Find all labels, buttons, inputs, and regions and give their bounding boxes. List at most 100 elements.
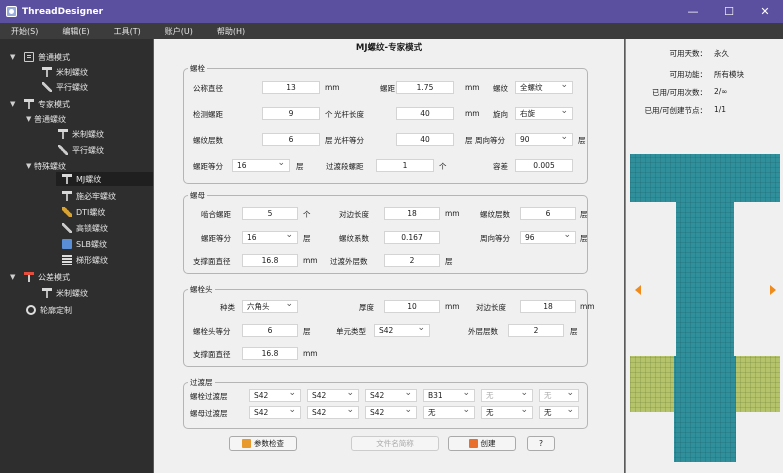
- nut-transition-select-4[interactable]: 无: [423, 406, 475, 419]
- tree-item-normal-thread[interactable]: ▼ 普通螺纹: [26, 112, 66, 126]
- direction-label: 旋向: [493, 110, 508, 119]
- outer-layers-input[interactable]: 2: [384, 254, 440, 267]
- transition-group-title: 过渡层: [188, 377, 215, 388]
- tree-item-hilok[interactable]: 高锁螺纹: [62, 221, 108, 235]
- element-select[interactable]: S42: [374, 324, 430, 337]
- nut-transition-select-5[interactable]: 无: [481, 406, 533, 419]
- nut-transition-select-1[interactable]: S42: [249, 406, 301, 419]
- head-bearing-input[interactable]: 16.8: [242, 347, 298, 360]
- bolt-mesh-preview: [630, 154, 780, 462]
- info-val-features: 所有模块: [714, 70, 744, 79]
- tree-item-tolerance-mode[interactable]: ▼ 公差模式: [10, 270, 70, 284]
- unit-label: mm: [445, 209, 460, 218]
- nut-layers-input[interactable]: 6: [520, 207, 576, 220]
- thread-len-label: 检测螺距: [193, 110, 223, 119]
- across-flats-input[interactable]: 18: [384, 207, 440, 220]
- tree-item-expert-mode[interactable]: ▼ 专家模式: [10, 97, 70, 111]
- bolt-red-icon: [24, 272, 34, 282]
- minimize-button[interactable]: —: [675, 0, 711, 23]
- thickness-label: 厚度: [359, 303, 374, 312]
- bolt-transition-label: 螺栓过渡层: [190, 392, 228, 401]
- bolt-icon: [62, 191, 72, 201]
- menu-account[interactable]: 账户(U): [165, 26, 193, 37]
- unit-label: 层: [570, 327, 578, 336]
- blue-block-icon: [62, 239, 72, 249]
- tree-item-slb[interactable]: SLB螺纹: [62, 237, 107, 251]
- unit-label: 层: [580, 210, 588, 219]
- nut-bearing-label: 支撑面直径: [193, 257, 231, 266]
- bolt-transition-select-1[interactable]: S42: [249, 389, 301, 402]
- caret-down-icon: ▼: [10, 100, 16, 108]
- param-check-button[interactable]: 参数检查: [229, 436, 297, 451]
- tree-item-spiralock[interactable]: 施必牢螺纹: [62, 189, 116, 203]
- help-button[interactable]: ?: [527, 436, 555, 451]
- info-key-days: 可用天数：: [669, 49, 708, 58]
- tree-item-special-thread[interactable]: ▼ 特殊螺纹: [26, 159, 66, 173]
- unit-label: 个: [439, 162, 447, 171]
- tree-item-mj-thread[interactable]: MJ螺纹: [56, 172, 153, 186]
- tree-item-parallel-1[interactable]: 平行螺纹: [42, 80, 88, 94]
- rotate-left-icon[interactable]: [635, 285, 641, 295]
- unit-label: mm: [580, 302, 595, 311]
- menu-help[interactable]: 帮助(H): [217, 26, 245, 37]
- tree-item-parallel-2[interactable]: 平行螺纹: [58, 143, 104, 157]
- thread-len-input[interactable]: 9: [262, 107, 320, 120]
- pitch-div-select[interactable]: 16: [232, 159, 290, 172]
- rotate-right-icon[interactable]: [770, 285, 776, 295]
- direction-select[interactable]: 右旋: [515, 107, 573, 120]
- head-outer-label: 外层层数: [468, 327, 498, 336]
- head-flats-input[interactable]: 18: [520, 300, 576, 313]
- head-type-select[interactable]: 六角头: [242, 300, 298, 313]
- transition-input[interactable]: 1: [376, 159, 434, 172]
- bolt-transition-select-3[interactable]: S42: [365, 389, 417, 402]
- bolt-transition-select-6[interactable]: 无: [539, 389, 579, 402]
- checklist-icon: [242, 439, 251, 448]
- menu-start[interactable]: 开始(S): [11, 26, 38, 37]
- head-div-input[interactable]: 6: [242, 324, 298, 337]
- tree-item-metric-1[interactable]: 米制螺纹: [42, 65, 88, 79]
- menu-tools[interactable]: 工具(T): [114, 26, 141, 37]
- unit-label: mm: [325, 83, 340, 92]
- tree-item-profile-custom[interactable]: 轮廓定制: [26, 303, 72, 317]
- create-button[interactable]: 创建: [448, 436, 516, 451]
- shank-len-input[interactable]: 40: [396, 107, 454, 120]
- nut-bearing-input[interactable]: 16.8: [242, 254, 298, 267]
- tolerance-input[interactable]: 0.005: [515, 159, 573, 172]
- head-outer-input[interactable]: 2: [508, 324, 564, 337]
- unit-label: 层: [296, 162, 304, 171]
- thickness-input[interactable]: 10: [384, 300, 440, 313]
- factor-input[interactable]: 0.167: [384, 231, 440, 244]
- close-button[interactable]: ✕: [747, 0, 783, 23]
- create-icon: [468, 439, 478, 448]
- gold-wrench-icon: [62, 207, 72, 217]
- tree-item-dti[interactable]: DTI螺纹: [62, 205, 105, 219]
- nut-circ-div-select[interactable]: 96: [520, 231, 576, 244]
- layers-input[interactable]: 6: [262, 133, 320, 146]
- caret-down-icon: ▼: [10, 273, 16, 281]
- nut-transition-select-6[interactable]: 无: [539, 406, 579, 419]
- shank-div-label: 光杆等分: [334, 136, 364, 145]
- thread-type-label: 螺纹: [493, 84, 508, 93]
- menu-edit[interactable]: 编辑(E): [62, 26, 89, 37]
- nut-pitch-div-select[interactable]: 16: [242, 231, 298, 244]
- factor-label: 螺纹系数: [339, 234, 369, 243]
- tree-item-trapezoid[interactable]: 梯形螺纹: [62, 253, 108, 267]
- bolt-transition-select-2[interactable]: S42: [307, 389, 359, 402]
- nut-circ-div-label: 周向等分: [480, 234, 510, 243]
- nut-transition-select-2[interactable]: S42: [307, 406, 359, 419]
- maximize-button[interactable]: ☐: [711, 0, 747, 23]
- thread-type-select[interactable]: 全螺纹: [515, 81, 573, 94]
- pitch-input[interactable]: 1.75: [396, 81, 454, 94]
- tree-item-normal-mode[interactable]: ▼ 普通模式: [10, 50, 70, 64]
- bolt-transition-select-4[interactable]: B31: [423, 389, 475, 402]
- unit-label: 层: [303, 327, 311, 336]
- nut-transition-select-3[interactable]: S42: [365, 406, 417, 419]
- filename-button[interactable]: 文件名简称: [351, 436, 439, 451]
- circ-div-select[interactable]: 90: [515, 133, 573, 146]
- engaged-input[interactable]: 5: [242, 207, 298, 220]
- tree-item-metric-3[interactable]: 米制螺纹: [42, 286, 88, 300]
- nominal-dia-input[interactable]: 13: [262, 81, 320, 94]
- tree-item-metric-2[interactable]: 米制螺纹: [58, 127, 104, 141]
- bolt-transition-select-5[interactable]: 无: [481, 389, 533, 402]
- shank-div-input[interactable]: 40: [396, 133, 454, 146]
